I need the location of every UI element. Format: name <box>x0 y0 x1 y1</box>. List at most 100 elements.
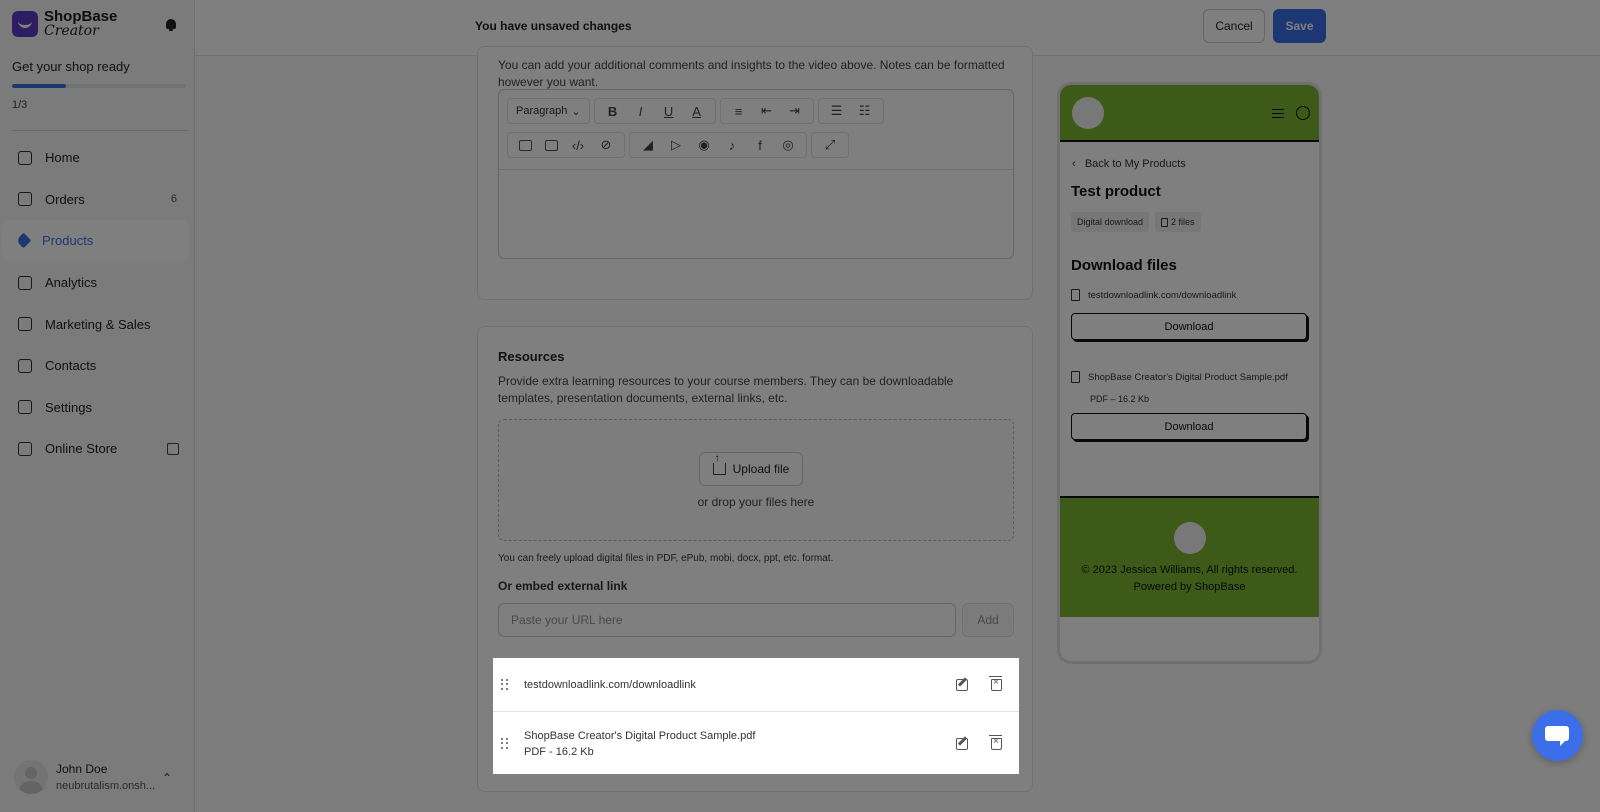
url-input[interactable] <box>498 603 956 637</box>
home-icon <box>18 150 32 165</box>
indent-icon[interactable]: ⇥ <box>781 99 809 123</box>
orders-count-badge: 6 <box>170 193 177 206</box>
edit-icon[interactable] <box>956 678 968 691</box>
text-color-icon[interactable]: A <box>683 99 711 123</box>
marketing-icon <box>18 317 32 332</box>
logo-subtitle: Creator <box>44 23 99 39</box>
download-button[interactable]: Download <box>1071 313 1307 340</box>
instagram-icon[interactable]: ◎ <box>774 133 802 157</box>
user-store: neubrutalism.onsh... <box>56 780 156 792</box>
link-icon[interactable]: ⊘ <box>592 133 620 157</box>
youtube-icon[interactable]: ▷ <box>662 133 690 157</box>
list-item[interactable]: testdownloadlink.com/downloadlink <box>493 658 1019 712</box>
external-link-icon[interactable] <box>167 442 179 455</box>
upload-format-note: You can freely upload digital files in P… <box>498 553 834 564</box>
unsaved-changes-message: You have unsaved changes <box>475 19 632 33</box>
chat-bubble-icon[interactable] <box>1532 710 1583 761</box>
file-icon <box>1161 217 1169 227</box>
mobile-preview: ‹ Back to My Products Test product Digit… <box>1057 82 1322 664</box>
notes-description: You can add your additional comments and… <box>498 58 1005 89</box>
bell-icon[interactable] <box>166 19 176 31</box>
product-title: Test product <box>1071 183 1161 200</box>
sidebar-item-marketing[interactable]: Marketing & Sales <box>2 303 189 345</box>
cancel-button[interactable]: Cancel <box>1203 9 1265 43</box>
save-button[interactable]: Save <box>1273 9 1326 43</box>
tag-file-count-label: 2 files <box>1171 217 1195 227</box>
image-icon[interactable] <box>512 133 538 157</box>
fullscreen-icon[interactable]: ⤢ <box>816 133 844 157</box>
list-item[interactable]: ShopBase Creator's Digital Product Sampl… <box>493 713 1019 774</box>
sidebar-item-orders[interactable]: Orders 6 <box>2 179 189 221</box>
upload-icon <box>712 454 726 475</box>
align-icon[interactable]: ≡ <box>725 99 753 123</box>
sidebar-item-label: Online Store <box>45 441 118 457</box>
back-link-label: Back to My Products <box>1084 158 1186 170</box>
store-logo <box>1072 97 1104 129</box>
shop-ready-label[interactable]: Get your shop ready <box>12 59 130 74</box>
spotify-icon[interactable]: ◉ <box>690 133 718 157</box>
sidebar-item-settings[interactable]: Settings <box>2 387 189 429</box>
hamburger-menu-icon[interactable] <box>1272 109 1284 118</box>
rich-text-editor[interactable]: Paragraph ⌄ B I U A ≡ ⇤ ⇥ ☰ ☷ ‹/› ⊘ ◢ ▷ … <box>498 89 1014 259</box>
resource-name: ShopBase Creator's Digital Product Sampl… <box>524 730 756 742</box>
video-icon[interactable] <box>538 133 564 157</box>
code-icon[interactable]: ‹/› <box>564 133 592 157</box>
sidebar-item-label: Home <box>45 150 80 166</box>
editor-toolbar: Paragraph ⌄ B I U A ≡ ⇤ ⇥ ☰ ☷ ‹/› ⊘ ◢ ▷ … <box>499 90 1013 170</box>
drag-handle-icon[interactable] <box>501 737 509 750</box>
back-to-products-link[interactable]: ‹ Back to My Products <box>1072 158 1186 170</box>
twitter-icon[interactable]: ◢ <box>634 133 662 157</box>
delete-icon[interactable] <box>989 734 1002 750</box>
user-account-menu[interactable]: John Doe neubrutalism.onsh... <box>14 760 155 794</box>
preview-file-name: testdownloadlink.com/downloadlink <box>1088 289 1237 301</box>
resource-meta: PDF - 16.2 Kb <box>524 746 594 758</box>
download-button[interactable]: Download <box>1071 413 1307 440</box>
tag-icon <box>15 233 32 249</box>
resources-title: Resources <box>498 349 565 364</box>
store-icon <box>18 441 32 456</box>
drag-handle-icon[interactable] <box>501 678 509 691</box>
sidebar-item-analytics[interactable]: Analytics <box>2 262 189 304</box>
delete-icon[interactable] <box>989 675 1002 691</box>
preview-file-meta: PDF – 16.2 Kb <box>1090 394 1150 404</box>
upload-file-button[interactable]: Upload file <box>699 452 803 486</box>
tag-file-count: 2 files <box>1155 212 1201 232</box>
tiktok-icon[interactable]: ♪ <box>718 133 746 157</box>
sidebar-item-products[interactable]: Products <box>2 220 189 262</box>
outdent-icon[interactable]: ⇤ <box>753 99 781 123</box>
orders-icon <box>18 192 32 207</box>
file-icon <box>1071 371 1080 383</box>
divider <box>12 130 188 131</box>
underline-icon[interactable]: U <box>655 99 683 123</box>
sidebar-item-home[interactable]: Home <box>2 137 189 179</box>
paragraph-select[interactable]: Paragraph ⌄ <box>512 105 585 118</box>
sidebar-item-label: Marketing & Sales <box>45 316 151 332</box>
chevron-up-down-icon[interactable]: ⌃ <box>162 771 172 785</box>
paragraph-select-value: Paragraph <box>516 105 568 117</box>
sidebar-item-online-store[interactable]: Online Store <box>2 428 189 470</box>
logo-title: ShopBase <box>44 8 118 25</box>
sidebar-item-label: Contacts <box>45 358 97 374</box>
bullet-list-icon[interactable]: ☰ <box>823 99 851 123</box>
bold-icon[interactable]: B <box>599 99 627 123</box>
analytics-icon <box>18 275 32 290</box>
italic-icon[interactable]: I <box>627 99 655 123</box>
tag-digital-download: Digital download <box>1071 212 1150 232</box>
copyright-text: © 2023 Jessica Williams, All rights rese… <box>1081 564 1298 576</box>
numbered-list-icon[interactable]: ☷ <box>851 99 879 123</box>
powered-by-text: Powered by ShopBase <box>1133 581 1246 593</box>
preview-file-item: ShopBase Creator's Digital Product Sampl… <box>1071 371 1288 383</box>
sidebar-nav: Home Orders 6 Products Analytics Marketin… <box>0 137 195 470</box>
account-icon[interactable] <box>1296 106 1310 120</box>
sidebar: ShopBase Creator Get your shop ready 1/3… <box>0 0 195 812</box>
shopbase-creator-logo[interactable]: ShopBase Creator <box>12 8 118 39</box>
notes-card: You can add your additional comments and… <box>477 46 1033 300</box>
add-link-button[interactable]: Add <box>962 603 1014 637</box>
product-tags: Digital download 2 files <box>1071 212 1201 232</box>
download-files-title: Download files <box>1071 257 1177 274</box>
setup-step-counter: 1/3 <box>12 99 28 111</box>
file-dropzone[interactable]: Upload file or drop your files here <box>498 419 1014 541</box>
edit-icon[interactable] <box>956 737 968 750</box>
facebook-icon[interactable]: f <box>746 133 774 157</box>
sidebar-item-contacts[interactable]: Contacts <box>2 345 189 387</box>
